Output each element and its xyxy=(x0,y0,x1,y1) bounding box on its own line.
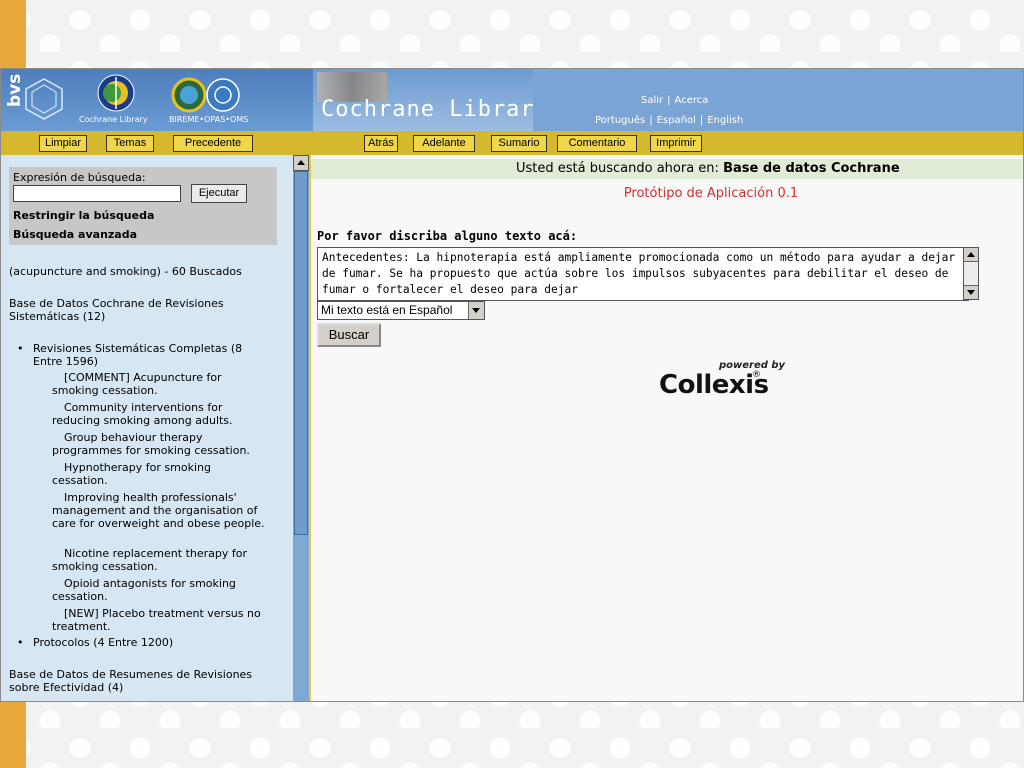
cochrane-logo-icon xyxy=(97,74,135,112)
language-select-value: Mi texto está en Español xyxy=(321,303,453,317)
scroll-thumb[interactable] xyxy=(294,171,308,535)
status-label: Usted está buscando ahora en: Base de da… xyxy=(516,161,900,176)
review-entry[interactable]: Community interventions for reducing smo… xyxy=(52,401,270,427)
review-entry[interactable]: [NEW] Placebo treatment versus no treatm… xyxy=(52,607,270,633)
buscar-button[interactable]: Buscar xyxy=(317,323,381,347)
advanced-search-link[interactable]: Búsqueda avanzada xyxy=(13,228,137,241)
bireme-logo-icon xyxy=(171,77,240,113)
scroll-up-arrow-icon[interactable] xyxy=(293,155,309,171)
comentario-button[interactable]: Comentario xyxy=(557,135,637,152)
registered-mark: ® xyxy=(752,370,761,380)
review-entry[interactable]: Opioid antagonists for smoking cessation… xyxy=(52,577,270,603)
toolbar: Limpiar Temas Precedente Atrás Adelante … xyxy=(1,131,1023,155)
imprimir-button[interactable]: Imprimir xyxy=(650,135,702,152)
database-title-link[interactable]: Base de Datos Cochrane de Revisiones Sis… xyxy=(9,297,277,323)
precedente-button[interactable]: Precedente xyxy=(173,135,253,152)
header-banner: bvs Cochrane Library BIREME•OPAS•OMS Coc… xyxy=(1,69,1023,131)
query-textarea[interactable]: Antecedentes: La hipnoterapia está ampli… xyxy=(317,247,969,301)
link-acerca[interactable]: Acerca xyxy=(675,95,709,106)
search-input[interactable] xyxy=(13,185,181,202)
database-effectiveness-link[interactable]: Base de Datos de Resumenes de Revisiones… xyxy=(9,668,277,694)
top-links: Salir | Acerca xyxy=(641,95,709,106)
text-prompt: Por favor discriba alguno texto acá: xyxy=(317,229,578,243)
limpiar-button[interactable]: Limpiar xyxy=(39,135,87,152)
site-title: Cochrane Library xyxy=(321,97,549,122)
search-box: Expresión de búsqueda: Ejecutar Restring… xyxy=(9,167,277,245)
restrict-search-link[interactable]: Restringir la búsqueda xyxy=(13,209,154,222)
sidebar-scrollbar[interactable] xyxy=(293,155,309,701)
review-entry[interactable]: [COMMENT] Acupuncture for smoking cessat… xyxy=(52,371,270,397)
query-summary: (acupuncture and smoking) - 60 Buscados xyxy=(9,265,242,278)
review-entry[interactable]: Nicotine replacement therapy for smoking… xyxy=(52,547,270,573)
link-portugues[interactable]: Português xyxy=(595,115,645,126)
scroll-down-arrow-icon[interactable] xyxy=(964,285,978,299)
search-label: Expresión de búsqueda: xyxy=(13,171,146,184)
adelante-button[interactable]: Adelante xyxy=(413,135,475,152)
search-status-bar: Usted está buscando ahora en: Base de da… xyxy=(311,159,1023,179)
atras-button[interactable]: Atrás xyxy=(364,135,398,152)
protocols-link[interactable]: Protocolos (4 Entre 1200) xyxy=(17,636,263,649)
complete-reviews-link[interactable]: Revisiones Sistemáticas Completas (8 Ent… xyxy=(17,342,263,368)
execute-button[interactable]: Ejecutar xyxy=(191,184,247,203)
link-salir[interactable]: Salir xyxy=(641,95,663,106)
cochrane-library-label: Cochrane Library xyxy=(79,115,148,124)
browser-window: bvs Cochrane Library BIREME•OPAS•OMS Coc… xyxy=(0,68,1024,702)
textarea-scrollbar[interactable] xyxy=(963,247,979,300)
language-links: Português | Español | English xyxy=(595,115,744,126)
sumario-button[interactable]: Sumario xyxy=(491,135,547,152)
review-entry[interactable]: Hypnotherapy for smoking cessation. xyxy=(52,461,270,487)
temas-button[interactable]: Temas xyxy=(106,135,154,152)
link-espanol[interactable]: Español xyxy=(657,115,696,126)
status-database: Base de datos Cochrane xyxy=(723,161,900,176)
review-entry[interactable]: Improving health professionals' manageme… xyxy=(52,491,270,530)
review-entry[interactable]: Group behaviour therapy programmes for s… xyxy=(52,431,270,457)
sidebar: Expresión de búsqueda: Ejecutar Restring… xyxy=(1,155,293,701)
bvs-label: bvs xyxy=(5,73,25,107)
chevron-down-icon[interactable] xyxy=(468,302,484,319)
bireme-label: BIREME•OPAS•OMS xyxy=(169,115,249,124)
scroll-up-arrow-icon[interactable] xyxy=(964,248,978,262)
main-content: Usted está buscando ahora en: Base de da… xyxy=(311,155,1023,701)
prototype-label: Protótipo de Aplicación 0.1 xyxy=(623,186,799,201)
language-select[interactable]: Mi texto está en Español xyxy=(317,301,485,320)
link-english[interactable]: English xyxy=(707,115,743,126)
